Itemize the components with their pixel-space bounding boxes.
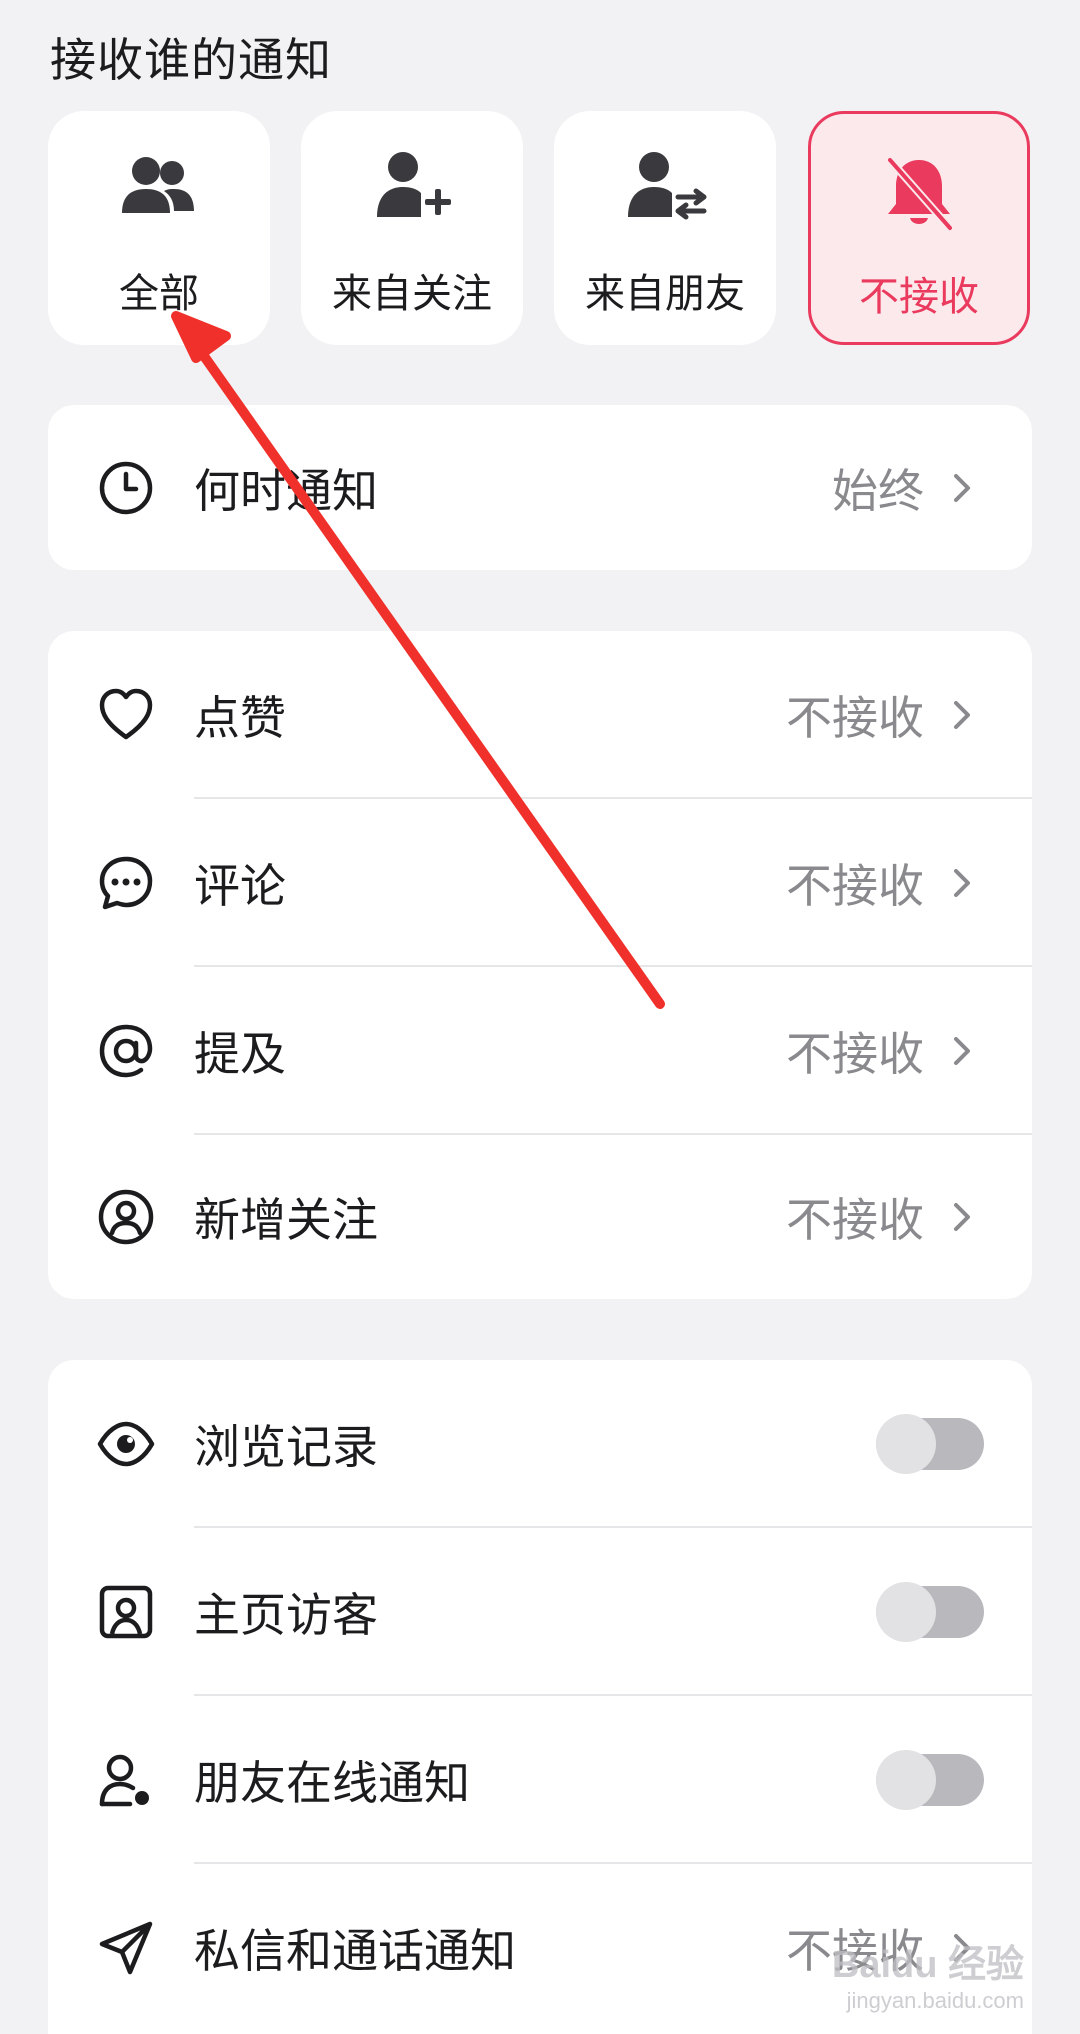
notify-row-mentions[interactable]: 提及 不接收 bbox=[48, 967, 1032, 1135]
row-value: 始终 bbox=[832, 464, 924, 517]
friends-online-toggle[interactable] bbox=[876, 1750, 984, 1810]
toggle-row-friends-online: 朋友在线通知 bbox=[48, 1696, 1032, 1864]
heart-icon bbox=[99, 688, 153, 740]
notify-row-comments[interactable]: 评论 不接收 bbox=[48, 799, 1032, 967]
option-none[interactable]: 不接收 bbox=[808, 111, 1030, 345]
at-icon bbox=[99, 1024, 153, 1078]
user-circle-icon bbox=[98, 1189, 154, 1245]
option-friends[interactable]: 来自朋友 bbox=[554, 111, 776, 345]
notify-row-new-followers[interactable]: 新增关注 不接收 bbox=[48, 1135, 1032, 1299]
browse-history-toggle[interactable] bbox=[876, 1414, 984, 1474]
option-following[interactable]: 来自关注 bbox=[301, 111, 523, 345]
user-add-icon bbox=[377, 152, 451, 217]
chevron-right-icon bbox=[954, 1037, 970, 1065]
row-label: 评论 bbox=[194, 860, 286, 912]
chevron-right-icon bbox=[954, 701, 970, 729]
toggle-row-browse-history: 浏览记录 bbox=[48, 1360, 1032, 1528]
comment-icon bbox=[99, 856, 153, 910]
watermark: Baidu 经验 jingyan.baidu.com bbox=[832, 1933, 1024, 2014]
watermark-main: Baidu 经验 bbox=[831, 1944, 1024, 1986]
row-label: 浏览记录 bbox=[194, 1421, 378, 1473]
eye-icon bbox=[97, 1421, 155, 1467]
option-all[interactable]: 全部 bbox=[48, 111, 270, 345]
watermark-sub: jingyan.baidu.com bbox=[846, 1988, 1024, 2013]
row-label: 朋友在线通知 bbox=[194, 1757, 470, 1809]
row-value: 不接收 bbox=[786, 1028, 924, 1080]
row-label: 新增关注 bbox=[194, 1194, 378, 1246]
option-label: 来自朋友 bbox=[585, 272, 745, 316]
toggle-knob bbox=[876, 1750, 936, 1810]
row-value: 不接收 bbox=[786, 860, 924, 912]
row-value: 不接收 bbox=[786, 1194, 924, 1246]
toggle-knob bbox=[876, 1414, 936, 1474]
profile-card-icon bbox=[99, 1585, 153, 1639]
notify-types-card: 点赞 不接收 评论 不接收 提及 不接收 新增关注 不接收 bbox=[48, 631, 1032, 1299]
row-label: 主页访客 bbox=[194, 1589, 378, 1641]
option-label: 不接收 bbox=[859, 275, 979, 319]
chevron-right-icon bbox=[954, 869, 970, 897]
send-icon bbox=[99, 1921, 153, 1975]
when-notify-row[interactable]: 何时通知 始终 bbox=[48, 405, 1032, 570]
section-title: 接收谁的通知 bbox=[50, 34, 332, 86]
user-exchange-icon bbox=[628, 152, 707, 220]
toggle-knob bbox=[876, 1582, 936, 1642]
clock-icon bbox=[99, 461, 153, 514]
group-users-icon bbox=[122, 157, 194, 213]
row-value: 不接收 bbox=[786, 692, 924, 744]
chevron-right-icon bbox=[954, 473, 970, 502]
option-label: 来自关注 bbox=[332, 272, 492, 316]
profile-visitors-toggle[interactable] bbox=[876, 1582, 984, 1642]
row-label: 私信和通话通知 bbox=[194, 1925, 516, 1977]
when-notify-card: 何时通知 始终 bbox=[48, 405, 1032, 570]
row-label: 点赞 bbox=[194, 692, 286, 744]
option-label: 全部 bbox=[119, 272, 199, 316]
row-label: 提及 bbox=[194, 1028, 286, 1080]
bell-off-icon bbox=[887, 157, 953, 231]
row-label: 何时通知 bbox=[194, 464, 378, 517]
notify-row-likes[interactable]: 点赞 不接收 bbox=[48, 631, 1032, 799]
toggle-row-profile-visitors: 主页访客 bbox=[48, 1528, 1032, 1696]
chevron-right-icon bbox=[954, 1203, 970, 1231]
user-online-icon bbox=[99, 1754, 149, 1807]
